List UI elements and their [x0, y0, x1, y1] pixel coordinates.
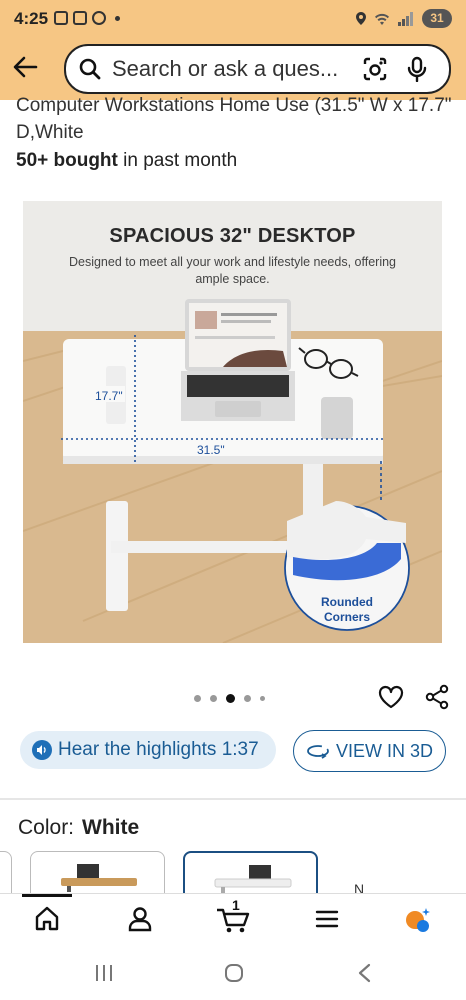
- hear-highlights-button[interactable]: Hear the highlights 1:37: [20, 731, 276, 769]
- system-back-icon[interactable]: [357, 963, 371, 983]
- heart-icon[interactable]: [378, 684, 404, 710]
- active-tab-indicator: [22, 894, 72, 897]
- product-image[interactable]: SPACIOUS 32" DESKTOP Designed to meet al…: [23, 201, 442, 643]
- back-arrow-icon[interactable]: [11, 53, 39, 81]
- system-navigation-bar: [0, 945, 466, 1000]
- user-icon[interactable]: [125, 904, 155, 934]
- system-home-icon[interactable]: [224, 963, 244, 983]
- status-right-icons: 31: [356, 9, 452, 28]
- speaker-icon: [32, 740, 52, 760]
- att-icon: [92, 11, 106, 25]
- rotate-3d-icon: [307, 745, 329, 759]
- carousel-dot[interactable]: [260, 696, 265, 701]
- carousel-dot[interactable]: [210, 695, 217, 702]
- color-value: White: [82, 816, 140, 839]
- product-title[interactable]: Computer Workstations Home Use (31.5" W …: [16, 92, 456, 146]
- rufus-icon[interactable]: [402, 904, 432, 934]
- bought-count: 50+ bought in past month: [16, 150, 237, 172]
- share-icon[interactable]: [424, 684, 450, 710]
- view-in-3d-button[interactable]: VIEW IN 3D: [293, 730, 446, 772]
- signal-icon: [398, 11, 413, 26]
- home-icon[interactable]: [32, 904, 62, 934]
- carousel-dot[interactable]: [244, 695, 251, 702]
- color-swatch-wood[interactable]: [30, 851, 165, 893]
- color-swatch-partial[interactable]: [0, 851, 12, 893]
- search-bar[interactable]: Search or ask a ques...: [64, 44, 451, 94]
- carousel-dot-active[interactable]: [226, 694, 235, 703]
- battery-indicator: 31: [422, 9, 452, 28]
- bought-count-rest: in past month: [117, 150, 238, 171]
- screenshot-icon: [54, 11, 68, 25]
- camera-lens-icon[interactable]: [362, 56, 388, 82]
- color-swatch-white-selected[interactable]: [183, 851, 318, 893]
- view-in-3d-label: VIEW IN 3D: [336, 740, 434, 761]
- menu-icon[interactable]: [312, 904, 342, 934]
- section-divider: [0, 798, 466, 800]
- image-heading: SPACIOUS 32" DESKTOP: [109, 225, 356, 247]
- recent-apps-icon[interactable]: [95, 963, 113, 983]
- image-subtext: Designed to meet all your work and lifes…: [68, 255, 397, 286]
- width-dimension-label: 31.5": [197, 443, 225, 457]
- header-area: 4:25 31 Search or ask a ques...: [0, 0, 466, 100]
- color-selector-label: Color: White: [18, 816, 139, 840]
- color-swatch-next-label[interactable]: N: [354, 881, 364, 893]
- search-input[interactable]: Search or ask a ques...: [112, 56, 348, 82]
- status-time: 4:25: [14, 9, 49, 28]
- rounded-corners-label: Rounded Corners: [321, 595, 373, 624]
- wifi-icon: [375, 13, 389, 25]
- notification-dot-icon: [115, 15, 120, 21]
- bottom-navigation: 1: [0, 893, 466, 945]
- status-notification-icons: [54, 11, 120, 25]
- qr-code-icon: [73, 11, 87, 25]
- cart-count-badge: 1: [232, 897, 240, 913]
- swatch-desk-white-image: [214, 865, 292, 893]
- microphone-icon[interactable]: [406, 56, 428, 82]
- depth-dimension-label: 17.7": [95, 389, 123, 403]
- bought-count-bold: 50+ bought: [16, 150, 118, 171]
- search-icon[interactable]: [78, 57, 102, 81]
- location-icon: [356, 12, 366, 25]
- color-label: Color:: [18, 816, 75, 839]
- carousel-dot[interactable]: [194, 695, 201, 702]
- color-swatch-row[interactable]: N: [0, 851, 466, 893]
- hear-highlights-label: Hear the highlights 1:37: [58, 739, 259, 760]
- status-bar: 4:25 31: [0, 0, 466, 40]
- carousel-dots[interactable]: [194, 694, 265, 703]
- swatch-desk-wood-image: [61, 864, 137, 892]
